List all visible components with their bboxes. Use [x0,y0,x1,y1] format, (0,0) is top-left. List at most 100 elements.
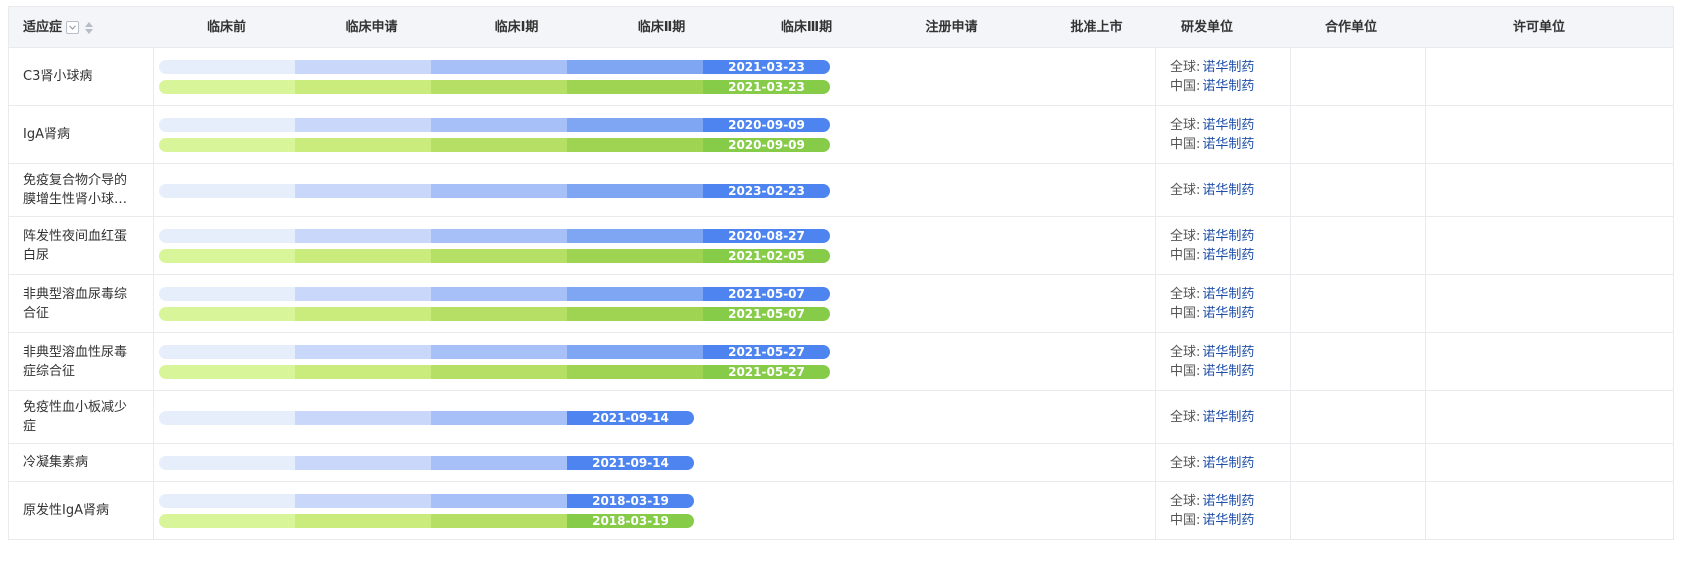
filter-icon[interactable] [66,21,80,34]
progress-bar-green[interactable]: 2021-03-23 [159,80,830,94]
region-label: 全球: [1170,60,1201,75]
progress-bar-blue[interactable]: 2020-08-27 [159,229,830,243]
developer-line: 中国: 诺华制药 [1170,511,1254,530]
developer-link[interactable]: 诺华制药 [1202,306,1254,321]
progress-bar-blue[interactable]: 2021-05-07 [159,287,830,301]
developer-line: 全球: 诺华制药 [1170,343,1254,362]
header-licensor: 许可单位 [1512,20,1565,35]
indication-cell: 非典型溶血性尿毒症综合征 [9,333,154,390]
developer-line: 全球: 诺华制药 [1170,492,1254,511]
progress-bar-blue[interactable]: 2021-09-14 [159,411,694,425]
column-divider [1290,275,1291,332]
stage-segment [159,184,295,198]
progress-bar-green[interactable]: 2021-02-05 [159,249,830,263]
stage-segment [431,287,567,301]
header-developer: 研发单位 [1181,20,1234,35]
progress-bar-blue[interactable]: 2021-09-14 [159,456,694,470]
stage-segment [295,229,431,243]
stage-segment [295,514,431,528]
developer-link[interactable]: 诺华制药 [1202,494,1254,509]
progress-bar-blue[interactable]: 2018-03-19 [159,494,694,508]
stage-segment [295,456,431,470]
stage-segment [431,60,567,74]
stage-segment [159,345,295,359]
column-divider [1425,391,1426,443]
developer-line: 全球: 诺华制药 [1170,454,1254,473]
developer-line: 中国: 诺华制药 [1170,246,1254,265]
developer-line: 全球: 诺华制药 [1170,116,1254,135]
column-divider [1290,217,1291,274]
stage-segment [431,249,567,263]
column-divider [1425,164,1426,216]
table-body: C3肾小球病 2021-03-23 2021-03-23 全球: 诺华制药 中国: 诺华制药… [9,48,1673,540]
developer-line: 全球: 诺华制药 [1170,408,1254,427]
developer-link[interactable]: 诺华制药 [1202,345,1254,360]
indication-name: 免疫性血小板减少症 [23,400,128,434]
indication-cell: 免疫复合物介导的膜增生性肾小球肾炎 [9,164,154,216]
region-label: 中国: [1170,248,1201,263]
stage-segment [159,249,295,263]
developer-line: 中国: 诺华制药 [1170,135,1254,154]
stage-segment [431,514,567,528]
stage-date-label: 2020-09-09 [728,118,805,132]
column-divider [1425,106,1426,163]
progress-bar-green[interactable]: 2021-05-27 [159,365,830,379]
developer-link[interactable]: 诺华制药 [1202,410,1254,425]
stage-segment [159,138,295,152]
indication-name: IgA肾病 [23,127,70,142]
column-divider [1290,48,1291,105]
stage-date-label: 2018-03-19 [592,494,669,508]
region-label: 中国: [1170,137,1201,152]
column-divider [1155,482,1156,539]
developer-link[interactable]: 诺华制药 [1202,183,1254,198]
developer-link[interactable]: 诺华制药 [1202,137,1254,152]
developer-link[interactable]: 诺华制药 [1202,248,1254,263]
stage-date-label: 2021-02-05 [728,249,805,263]
developer-link[interactable]: 诺华制药 [1202,229,1254,244]
stage-segment [295,345,431,359]
sort-icon[interactable] [85,21,94,34]
developer-link[interactable]: 诺华制药 [1202,287,1254,302]
table-header: 适应症 临床前 临床申请 临床Ⅰ期 临床Ⅱ期 临床Ⅲ期 注册申请 批准上市 研发… [9,7,1673,48]
stage-segment [567,118,703,132]
stage-segment [159,118,295,132]
developer-line: 全球: 诺华制药 [1170,58,1254,77]
progress-bar-blue[interactable]: 2020-09-09 [159,118,830,132]
column-divider [1290,482,1291,539]
progress-bar-green[interactable]: 2021-05-07 [159,307,830,321]
stage-date-label: 2021-09-14 [592,411,669,425]
stage-segment [295,184,431,198]
stage-segment [567,138,703,152]
table-row: 非典型溶血尿毒综合征 2021-05-07 2021-05-07 全球: 诺华制药 中国:… [9,275,1673,333]
header-indication[interactable]: 适应症 [23,7,94,48]
stage-date-label: 2021-05-27 [728,365,805,379]
stage-date-label: 2023-02-23 [728,184,805,198]
progress-bar-green[interactable]: 2020-09-09 [159,138,830,152]
stage-segment [159,365,295,379]
developer-link[interactable]: 诺华制药 [1202,60,1254,75]
header-stage-phase2: 临床Ⅱ期 [637,20,686,35]
column-divider [1155,48,1156,105]
stage-date-label: 2021-03-23 [728,80,805,94]
column-divider [1425,275,1426,332]
column-divider [1290,444,1291,481]
progress-bar-green[interactable]: 2018-03-19 [159,514,694,528]
region-label: 中国: [1170,364,1201,379]
developer-link[interactable]: 诺华制药 [1202,456,1254,471]
progress-bar-blue[interactable]: 2023-02-23 [159,184,830,198]
developer-link[interactable]: 诺华制药 [1202,79,1254,94]
stage-segment [295,307,431,321]
indication-cell: C3肾小球病 [9,48,154,105]
table-row: 阵发性夜间血红蛋白尿 2020-08-27 2021-02-05 全球: 诺华制药 中国:… [9,217,1673,275]
region-label: 全球: [1170,183,1201,198]
developer-line: 全球: 诺华制药 [1170,181,1254,200]
progress-bar-blue[interactable]: 2021-05-27 [159,345,830,359]
progress-bar-blue[interactable]: 2021-03-23 [159,60,830,74]
developer-link[interactable]: 诺华制药 [1202,118,1254,133]
developer-link[interactable]: 诺华制药 [1202,513,1254,528]
indication-name: 原发性IgA肾病 [23,503,109,518]
indication-cell: 免疫性血小板减少症 [9,391,154,443]
developer-link[interactable]: 诺华制药 [1202,364,1254,379]
table-row: IgA肾病 2020-09-09 2020-09-09 全球: 诺华制药 中国: 诺华制药 [9,106,1673,164]
region-label: 中国: [1170,306,1201,321]
